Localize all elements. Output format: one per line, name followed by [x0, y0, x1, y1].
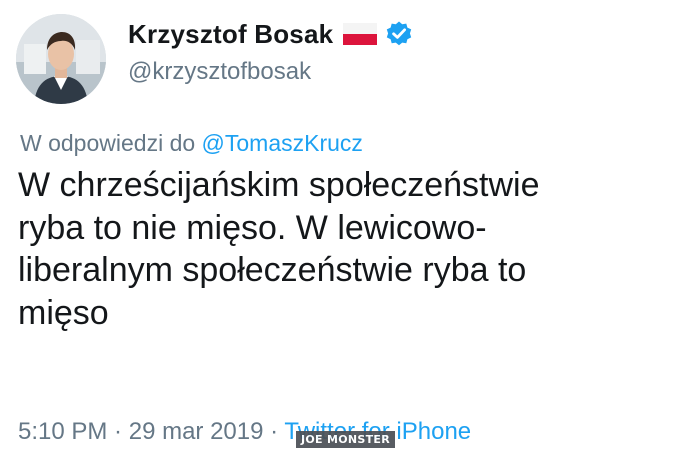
tweet-time[interactable]: 5:10 PM	[18, 418, 107, 445]
reply-mention-link[interactable]: @TomaszKrucz	[202, 130, 363, 156]
reply-context: W odpowiedzi do @TomaszKrucz	[20, 130, 363, 157]
verified-badge-icon	[385, 20, 413, 48]
reply-prefix: W odpowiedzi do	[20, 130, 202, 156]
meta-separator: ·	[263, 418, 285, 445]
author-display-name[interactable]: Krzysztof Bosak	[128, 19, 333, 50]
tweet-text-line: liberalnym społeczeństwie ryba to	[18, 251, 527, 289]
tweet-meta: 5:10 PM · 29 mar 2019 · Twitter for iPho…	[18, 418, 471, 446]
watermark-logo: JOE MONSTER	[296, 431, 396, 448]
tweet-text-line: mięso	[18, 293, 109, 332]
author-name-row: Krzysztof Bosak	[128, 14, 413, 54]
tweet-date[interactable]: 29 mar 2019	[129, 418, 264, 445]
avatar[interactable]	[16, 14, 106, 104]
tweet-text: W chrześcijańskim społeczeństwie ryba to…	[18, 164, 688, 334]
meta-separator: ·	[107, 418, 129, 445]
tweet-text-line: ryba to nie mięso. W lewicowo-	[18, 208, 487, 247]
tweet-text-line: W chrześcijańskim społeczeństwie	[18, 166, 540, 204]
avatar-photo	[16, 14, 106, 104]
author-handle[interactable]: @krzysztofbosak	[128, 58, 311, 86]
poland-flag-icon	[343, 23, 378, 45]
tweet-card: Krzysztof Bosak @krzysztofbosak W odpowi…	[0, 0, 700, 460]
